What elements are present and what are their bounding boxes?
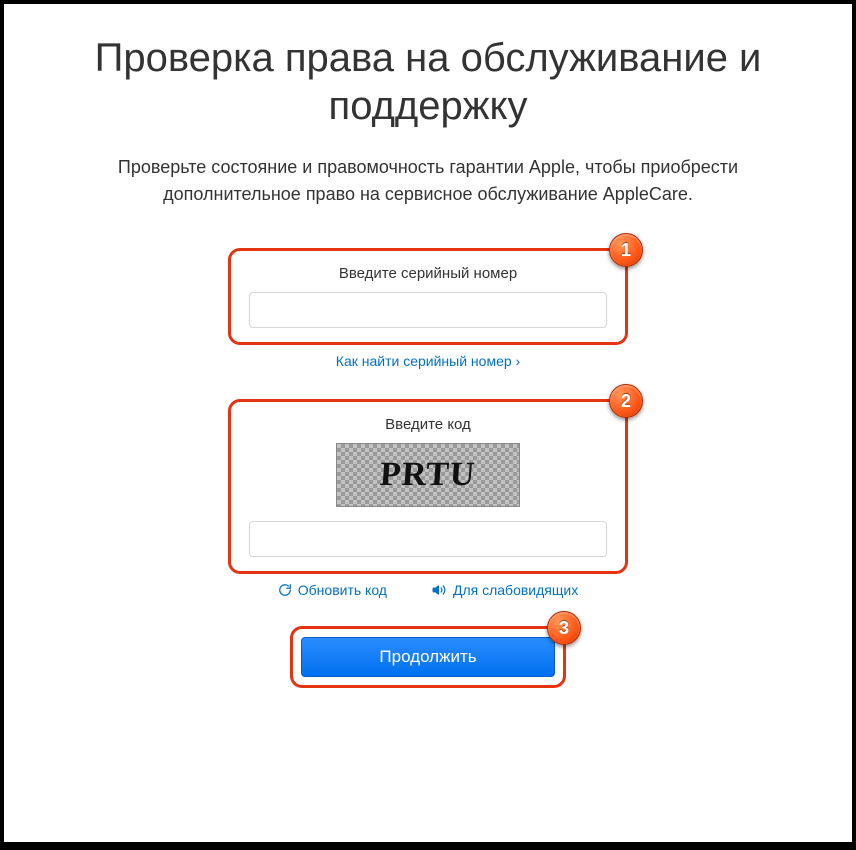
refresh-captcha-link[interactable]: Обновить код <box>278 582 387 598</box>
step-badge-1: 1 <box>609 233 643 267</box>
captcha-section: 2 Введите код PRTU <box>228 399 628 574</box>
captcha-links: Обновить код Для слабовидящих <box>228 582 628 598</box>
captcha-image-text: PRTU <box>379 456 477 494</box>
volume-icon <box>431 583 447 597</box>
page-subtitle: Проверьте состояние и правомочность гара… <box>54 154 802 208</box>
captcha-image: PRTU <box>336 443 520 507</box>
step-badge-3: 3 <box>547 611 581 645</box>
serial-label: Введите серийный номер <box>249 265 607 282</box>
refresh-icon <box>278 583 292 597</box>
find-serial-link[interactable]: Как найти серийный номер › <box>54 353 802 369</box>
coverage-check-page: Проверка права на обслуживание и поддерж… <box>4 4 852 842</box>
page-title: Проверка права на обслуживание и поддерж… <box>54 34 802 130</box>
step-badge-2: 2 <box>609 384 643 418</box>
submit-section: 3 Продолжить <box>290 626 566 688</box>
accessibility-captcha-label: Для слабовидящих <box>453 582 578 598</box>
refresh-captcha-label: Обновить код <box>298 582 387 598</box>
captcha-label: Введите код <box>249 416 607 433</box>
serial-number-section: 1 Введите серийный номер <box>228 248 628 345</box>
serial-input[interactable] <box>249 292 607 328</box>
continue-button[interactable]: Продолжить <box>301 637 555 677</box>
captcha-input[interactable] <box>249 521 607 557</box>
accessibility-captcha-link[interactable]: Для слабовидящих <box>431 582 578 598</box>
